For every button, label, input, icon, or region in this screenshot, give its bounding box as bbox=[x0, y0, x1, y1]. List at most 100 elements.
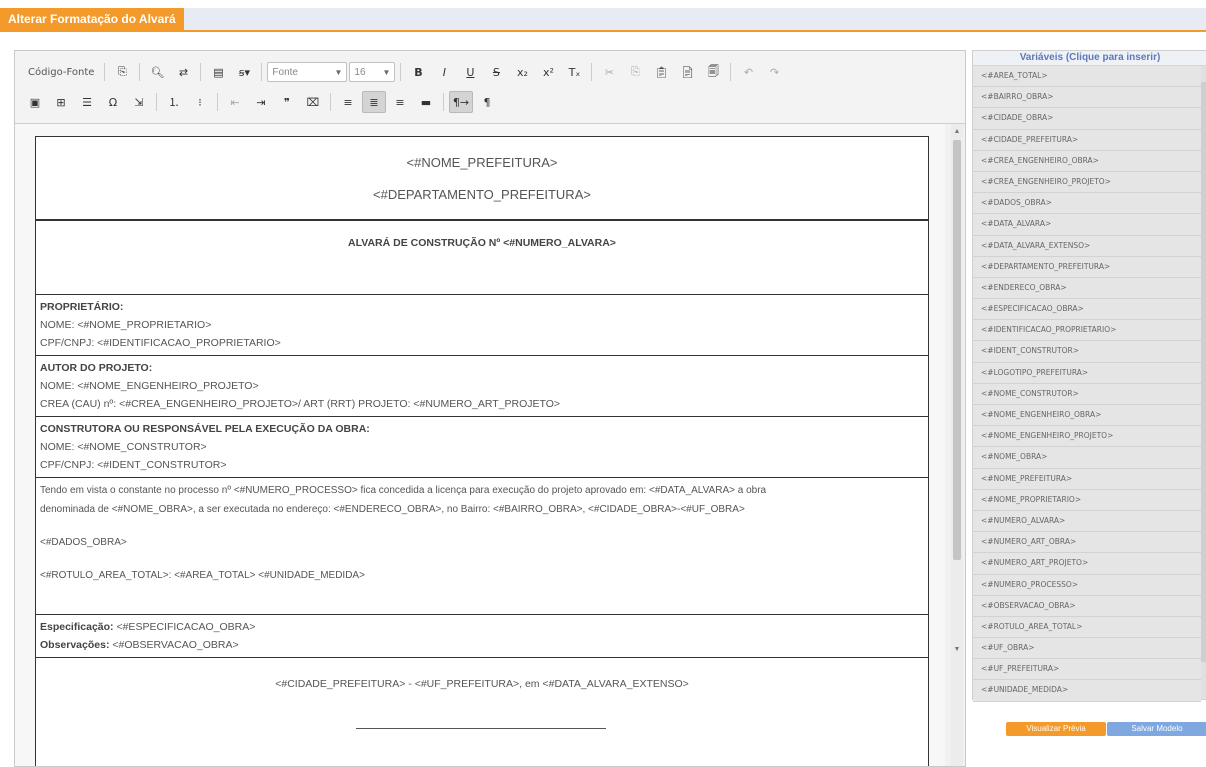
variable-item[interactable]: <#NOME_PREFEITURA> bbox=[973, 468, 1201, 490]
editor-toolbar: Código-Fonte ⎘ 🔍︎ ⇄ ▤ ꞩ▾ Fonte ▼ 16 ▼ B I U Sx₂ x² Tₓ ✂ ⎘… bbox=[15, 51, 965, 124]
spellcheck-icon: ▤ bbox=[213, 65, 224, 79]
variable-item[interactable]: <#CIDADE_OBRA> bbox=[973, 108, 1201, 130]
variable-item[interactable]: <#DATA_ALVARA_EXTENSO> bbox=[973, 235, 1201, 257]
variables-panel-title: Variáveis (Clique para inserir) bbox=[973, 51, 1206, 66]
div-button[interactable]: ⌧ bbox=[301, 91, 325, 113]
variable-item[interactable]: <#NUMERO_ALVARA> bbox=[973, 510, 1201, 533]
outdent-button[interactable]: ⇤ bbox=[223, 91, 247, 113]
table-button[interactable]: ⊞ bbox=[49, 91, 73, 113]
copy-button[interactable]: ⎘ bbox=[623, 61, 647, 83]
paste-word-button[interactable]: 🗐 bbox=[701, 61, 725, 83]
variable-item[interactable]: <#BAIRRO_OBRA> bbox=[973, 87, 1201, 109]
remove-format-button[interactable]: Tₓ bbox=[562, 61, 586, 83]
document-template[interactable]: <#NOME_PREFEITURA> <#DEPARTAMENTO_PREFEI… bbox=[35, 136, 929, 766]
editor-scrollbar[interactable]: ▲ ▼ bbox=[951, 124, 963, 766]
scroll-down-icon[interactable]: ▼ bbox=[951, 644, 963, 656]
subscript-button[interactable]: x₂ bbox=[510, 61, 534, 83]
align-left-button[interactable]: ≡ bbox=[336, 91, 360, 113]
variable-item[interactable]: <#UF_PREFEITURA> bbox=[973, 659, 1201, 681]
align-right-button[interactable]: ≡ bbox=[388, 91, 412, 113]
variable-item[interactable]: <#CREA_ENGENHEIRO_PROJETO> bbox=[973, 171, 1201, 194]
spellcheck-menu-button[interactable]: ꞩ▾ bbox=[232, 61, 256, 83]
toolbar-separator bbox=[217, 93, 218, 111]
paste-text-button[interactable]: 📄︎ bbox=[675, 61, 699, 83]
special-char-button[interactable]: Ω bbox=[101, 91, 125, 113]
justify-button[interactable]: ▬ bbox=[414, 91, 438, 113]
page-break-button[interactable]: ⇲ bbox=[127, 91, 151, 113]
image-button[interactable]: ▣ bbox=[23, 91, 47, 113]
spellcheck-button[interactable]: ▤ bbox=[206, 61, 230, 83]
toolbar-separator bbox=[139, 63, 141, 81]
variable-item[interactable]: <#ESPECIFICACAO_OBRA> bbox=[973, 299, 1201, 321]
variable-item[interactable]: <#OBSERVACAO_OBRA> bbox=[973, 595, 1201, 617]
variable-item[interactable]: <#CREA_ENGENHEIRO_OBRA> bbox=[973, 150, 1201, 172]
indent-button[interactable]: ⇥ bbox=[249, 91, 273, 113]
variable-item[interactable]: <#NUMERO_ART_OBRA> bbox=[973, 532, 1201, 554]
variable-item[interactable]: <#DADOS_OBRA> bbox=[973, 193, 1201, 215]
variables-scroll-thumb[interactable] bbox=[1201, 82, 1206, 662]
cut-button[interactable]: ✂ bbox=[597, 61, 621, 83]
underline-button[interactable]: U bbox=[458, 61, 482, 83]
source-code-button[interactable]: Código-Fonte bbox=[23, 61, 99, 83]
variable-item[interactable]: <#ENDERECO_OBRA> bbox=[973, 277, 1201, 300]
subscript-icon: x₂ bbox=[516, 65, 528, 79]
align-left-icon: ≡ bbox=[343, 95, 353, 109]
variable-item[interactable]: <#AREA_TOTAL> bbox=[973, 66, 1201, 88]
bullet-list-button[interactable]: ⁝ bbox=[188, 91, 212, 113]
variable-item[interactable]: <#NOME_ENGENHEIRO_PROJETO> bbox=[973, 426, 1201, 448]
paste-button[interactable]: 📋︎ bbox=[649, 61, 673, 83]
body-dados-obra: <#DADOS_OBRA> bbox=[40, 537, 127, 548]
variable-item[interactable]: <#UF_OBRA> bbox=[973, 638, 1201, 660]
variable-item[interactable]: <#DEPARTAMENTO_PREFEITURA> bbox=[973, 256, 1201, 278]
toolbar-separator bbox=[400, 63, 402, 81]
rtl-button[interactable]: ¶ bbox=[475, 91, 499, 113]
variable-item[interactable]: <#NOME_PROPRIETARIO> bbox=[973, 489, 1201, 511]
variable-item[interactable]: <#NOME_ENGENHEIRO_OBRA> bbox=[973, 405, 1201, 427]
outdent-icon: ⇤ bbox=[230, 95, 240, 109]
font-select[interactable]: Fonte ▼ bbox=[267, 62, 348, 82]
preview-button[interactable]: Visualizar Prévia bbox=[1006, 722, 1106, 736]
size-select[interactable]: 16 ▼ bbox=[349, 62, 396, 82]
variable-item[interactable]: <#DATA_ALVARA> bbox=[973, 214, 1201, 236]
numbered-list-button[interactable]: ⒈ bbox=[162, 91, 186, 113]
variable-item[interactable]: <#IDENTIFICACAO_PROPRIETARIO> bbox=[973, 320, 1201, 342]
find-button[interactable]: 🔍︎ bbox=[145, 61, 169, 83]
variable-item[interactable]: <#ROTULO_AREA_TOTAL> bbox=[973, 616, 1201, 639]
ltr-button[interactable]: ¶→ bbox=[449, 91, 473, 113]
signature-rule bbox=[356, 728, 606, 729]
remove-format-icon: Tₓ bbox=[568, 65, 581, 79]
undo-button[interactable]: ↶ bbox=[736, 61, 760, 83]
superscript-button[interactable]: x² bbox=[536, 61, 560, 83]
builder-name: NOME: <#NOME_CONSTRUTOR> bbox=[40, 441, 207, 453]
strike-button[interactable]: S bbox=[484, 61, 508, 83]
variable-item[interactable]: <#NUMERO_ART_PROJETO> bbox=[973, 553, 1201, 575]
variable-item[interactable]: <#UNIDADE_MEDIDA> bbox=[973, 680, 1201, 702]
variable-item[interactable]: <#NOME_OBRA> bbox=[973, 447, 1201, 469]
align-center-button[interactable]: ≣ bbox=[362, 91, 386, 113]
abc-check-icon: ꞩ▾ bbox=[238, 65, 251, 79]
variable-item[interactable]: <#NUMERO_PROCESSO> bbox=[973, 574, 1201, 596]
variable-item[interactable]: <#IDENT_CONSTRUTOR> bbox=[973, 341, 1201, 363]
header-departamento: <#DEPARTAMENTO_PREFEITURA> bbox=[373, 187, 591, 202]
scroll-up-icon[interactable]: ▲ bbox=[951, 126, 963, 138]
hr-button[interactable]: ☰ bbox=[75, 91, 99, 113]
window-title-tab[interactable]: Alterar Formatação do Alvará bbox=[0, 8, 184, 30]
toolbar-separator bbox=[104, 63, 106, 81]
variable-item[interactable]: <#CIDADE_PREFEITURA> bbox=[973, 129, 1201, 151]
templates-button[interactable]: ⎘ bbox=[110, 61, 134, 83]
variables-list: <#AREA_TOTAL> <#BAIRRO_OBRA> <#CIDADE_OBRA… bbox=[973, 66, 1201, 702]
editor-scroll-thumb[interactable] bbox=[953, 140, 961, 560]
replace-button[interactable]: ⇄ bbox=[171, 61, 195, 83]
variable-item[interactable]: <#NOME_CONSTRUTOR> bbox=[973, 383, 1201, 405]
variable-item[interactable]: <#LOGOTIPO_PREFEITURA> bbox=[973, 362, 1201, 384]
variables-scrollbar[interactable] bbox=[1201, 66, 1206, 698]
bold-icon: B bbox=[414, 65, 423, 79]
redo-button[interactable]: ↷ bbox=[762, 61, 786, 83]
toolbar-separator bbox=[330, 93, 331, 111]
variables-panel: Variáveis (Clique para inserir) <#AREA_T… bbox=[972, 50, 1206, 702]
save-model-button[interactable]: Salvar Modelo bbox=[1107, 722, 1206, 736]
editor-content[interactable]: <#NOME_PREFEITURA> <#DEPARTAMENTO_PREFEI… bbox=[15, 124, 945, 766]
italic-button[interactable]: I bbox=[432, 61, 456, 83]
bold-button[interactable]: B bbox=[406, 61, 430, 83]
blockquote-button[interactable]: ❞ bbox=[275, 91, 299, 113]
